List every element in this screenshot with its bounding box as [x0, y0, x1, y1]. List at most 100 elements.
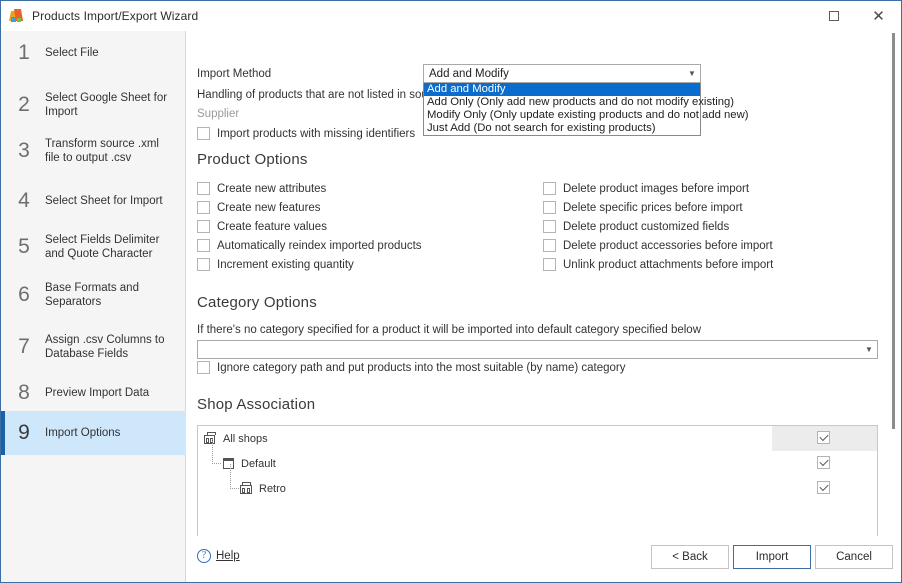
product-option-right-2[interactable]: Delete product customized fields — [543, 220, 729, 233]
chevron-down-icon: ▼ — [688, 69, 696, 78]
step-label: Preview Import Data — [45, 387, 150, 399]
checkbox-label: Delete product customized fields — [563, 220, 730, 233]
product-option-left-1[interactable]: Create new features — [197, 201, 321, 214]
tree-connector — [230, 488, 239, 489]
tree-connector — [230, 464, 231, 489]
product-option-left-3[interactable]: Automatically reindex imported products — [197, 239, 422, 252]
step-number: 4 — [18, 189, 30, 212]
shop-checkbox-retro[interactable] — [817, 481, 830, 494]
step-label: Transform source .xml file to output .cs… — [45, 138, 159, 164]
checkbox-label: Create feature values — [217, 220, 327, 233]
sidebar-step-6[interactable]: 6 Base Formats and Separators — [1, 273, 186, 317]
content-pane: Import Method Handling of products that … — [187, 31, 901, 582]
checkbox-label: Delete product images before import — [563, 182, 750, 195]
dropdown-option-0[interactable]: Add and Modify — [424, 83, 700, 96]
import-method-combobox[interactable]: Add and Modify ▼ — [423, 64, 701, 83]
checkbox-label: Unlink product attachments before import — [563, 258, 774, 271]
dropdown-option-1[interactable]: Add Only (Only add new products and do n… — [424, 96, 734, 109]
tree-row-label: All shops — [223, 432, 268, 445]
tree-row-all-shops[interactable]: All shops — [198, 426, 877, 451]
tree-row-label: Default — [241, 457, 276, 470]
maximize-button[interactable] — [811, 1, 856, 31]
checkbox[interactable] — [197, 220, 210, 233]
sidebar-step-5[interactable]: 5 Select Fields Delimiter and Quote Char… — [1, 225, 186, 269]
checkbox[interactable] — [197, 182, 210, 195]
shop-group-icon — [222, 457, 236, 470]
supplier-label: Supplier — [197, 108, 240, 120]
checkbox[interactable] — [197, 239, 210, 252]
footer-bar: ? Help < Back Import Cancel — [187, 536, 901, 582]
sidebar-step-1[interactable]: 1 Select File — [1, 31, 186, 75]
tree-row-label: Retro — [259, 482, 286, 495]
shop-icon — [240, 482, 254, 495]
shop-association-heading: Shop Association — [197, 396, 316, 413]
step-number: 1 — [18, 41, 30, 64]
vertical-scrollbar[interactable] — [888, 33, 899, 429]
dropdown-option-3[interactable]: Just Add (Do not search for existing pro… — [424, 122, 700, 135]
checkbox[interactable] — [197, 201, 210, 214]
back-button[interactable]: < Back — [651, 545, 729, 569]
category-options-heading: Category Options — [197, 294, 317, 311]
sidebar-step-9[interactable]: 9 Import Options — [1, 411, 186, 455]
checkbox[interactable] — [543, 182, 556, 195]
close-icon: ✕ — [872, 7, 885, 25]
checkbox-label: Create new features — [217, 201, 321, 214]
tree-connector — [212, 463, 221, 464]
step-number: 5 — [18, 235, 30, 258]
sidebar-step-7[interactable]: 7 Assign .csv Columns to Database Fields — [1, 325, 186, 369]
step-label: Import Options — [45, 427, 121, 439]
tree-row-retro[interactable]: Retro — [198, 464, 877, 501]
sidebar-step-3[interactable]: 3 Transform source .xml file to output .… — [1, 129, 186, 173]
product-option-left-0[interactable]: Create new attributes — [197, 182, 326, 195]
title-bar: Products Import/Export Wizard ✕ — [1, 1, 901, 31]
import-button[interactable]: Import — [733, 545, 811, 569]
tree-row-default[interactable]: Default — [198, 439, 877, 476]
step-number: 6 — [18, 283, 30, 306]
ignore-category-path-label: Ignore category path and put products in… — [217, 361, 626, 374]
default-category-combobox[interactable]: ▼ — [197, 340, 878, 359]
sidebar-step-2[interactable]: 2 Select Google Sheet for Import — [1, 83, 186, 127]
help-link[interactable]: ? Help — [197, 549, 240, 563]
checkbox[interactable] — [543, 220, 556, 233]
tree-connector — [212, 439, 213, 464]
shop-checkbox-all-shops[interactable] — [817, 431, 830, 444]
checkbox[interactable] — [543, 201, 556, 214]
checkbox[interactable] — [543, 258, 556, 271]
checkbox[interactable] — [543, 239, 556, 252]
shop-checkbox-default[interactable] — [817, 456, 830, 469]
product-option-left-4[interactable]: Increment existing quantity — [197, 258, 354, 271]
import-button-label: Import — [755, 551, 789, 563]
sidebar-step-4[interactable]: 4 Select Sheet for Import — [1, 179, 186, 223]
cancel-button[interactable]: Cancel — [815, 545, 893, 569]
chevron-down-icon: ▼ — [865, 345, 873, 354]
import-method-dropdown-list[interactable]: Add and Modify Add Only (Only add new pr… — [423, 83, 749, 136]
step-label: Select Fields Delimiter and Quote Charac… — [45, 234, 160, 260]
step-label: Select File — [45, 47, 99, 59]
product-option-left-2[interactable]: Create feature values — [197, 220, 327, 233]
product-options-heading: Product Options — [197, 151, 308, 168]
checkbox[interactable] — [197, 258, 210, 271]
missing-identifiers-checkbox-row[interactable]: Import products with missing identifiers — [197, 127, 415, 140]
app-logo-icon — [8, 8, 25, 24]
sidebar-step-8[interactable]: 8 Preview Import Data — [1, 371, 186, 415]
checkbox-label: Increment existing quantity — [217, 258, 354, 271]
wizard-steps-sidebar: 1 Select File 2 Select Google Sheet for … — [1, 31, 186, 582]
dropdown-option-2[interactable]: Modify Only (Only update existing produc… — [424, 109, 749, 122]
missing-identifiers-checkbox[interactable] — [197, 127, 210, 140]
step-number: 8 — [18, 381, 30, 404]
ignore-category-path-row[interactable]: Ignore category path and put products in… — [197, 361, 626, 374]
checkbox-label: Automatically reindex imported products — [217, 239, 422, 252]
category-options-description: If there's no category specified for a p… — [197, 324, 701, 336]
scrollbar-thumb[interactable] — [892, 33, 895, 429]
close-button[interactable]: ✕ — [856, 1, 901, 31]
shop-association-tree[interactable]: All shops Default Retro — [197, 425, 878, 550]
ignore-category-path-checkbox[interactable] — [197, 361, 210, 374]
product-option-right-1[interactable]: Delete specific prices before import — [543, 201, 743, 214]
product-option-right-4[interactable]: Unlink product attachments before import — [543, 258, 773, 271]
product-option-right-3[interactable]: Delete product accessories before import — [543, 239, 773, 252]
step-number: 3 — [18, 139, 30, 162]
back-button-label: < Back — [672, 551, 708, 563]
step-number: 7 — [18, 335, 30, 358]
product-option-right-0[interactable]: Delete product images before import — [543, 182, 749, 195]
step-number: 9 — [18, 421, 30, 444]
